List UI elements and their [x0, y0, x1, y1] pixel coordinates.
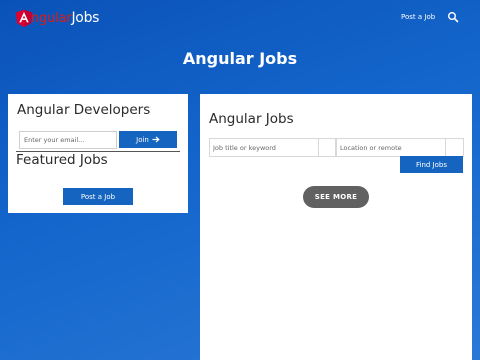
jobs-card [200, 94, 472, 360]
post-job-button[interactable]: Post a Job [63, 188, 133, 205]
nav-post-job-link[interactable]: Post a Job [401, 13, 435, 21]
featured-jobs-title: Featured Jobs [16, 152, 108, 168]
join-button[interactable]: Join [119, 131, 177, 148]
find-jobs-button[interactable]: Find Jobs [400, 156, 463, 173]
search-icon[interactable] [447, 11, 459, 23]
site-header: ngular Jobs Post a Job [0, 0, 480, 36]
hero-title: Angular Jobs [182, 49, 298, 68]
email-input[interactable] [19, 131, 117, 149]
see-more-button[interactable]: SEE MORE [303, 186, 369, 208]
keyword-input[interactable] [209, 138, 319, 157]
jobs-title: Angular Jobs [209, 111, 294, 127]
join-label: Join [136, 135, 149, 144]
location-field-addon [445, 138, 464, 157]
location-input[interactable] [336, 138, 446, 157]
logo-text-jobs: Jobs [71, 10, 100, 26]
logo-text-angular: ngular [31, 10, 72, 26]
keyword-field-addon [318, 138, 336, 157]
site-logo[interactable]: ngular Jobs [15, 7, 99, 29]
developers-title: Angular Developers [17, 102, 151, 118]
arrow-right-icon [152, 136, 160, 143]
